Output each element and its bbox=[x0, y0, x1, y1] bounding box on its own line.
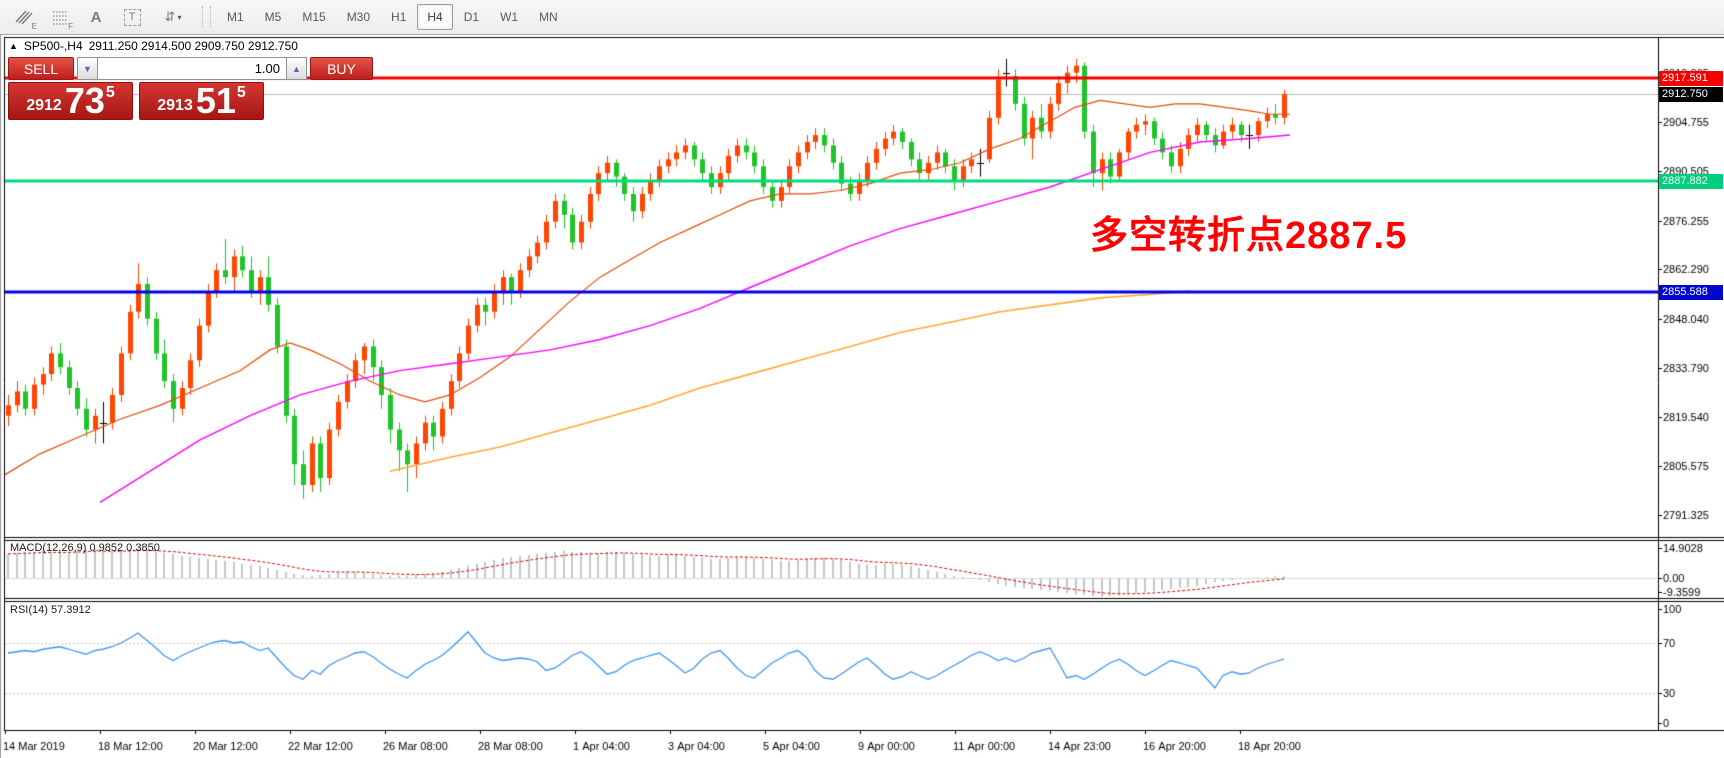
timeframe-h4-button[interactable]: H4 bbox=[417, 4, 452, 30]
sell-button[interactable]: SELL bbox=[8, 57, 74, 80]
sort-arrows-icon: ⇵ bbox=[165, 9, 176, 25]
chart-area: ▲ SP500-,H4 2911.250 2914.500 2909.750 2… bbox=[0, 35, 1724, 758]
rsi-indicator-label: RSI(14) 57.3912 bbox=[10, 604, 91, 616]
toolbar-separator bbox=[202, 6, 211, 28]
tool-sub-label: E bbox=[32, 22, 37, 31]
buy-price-prefix: 2913 bbox=[157, 98, 193, 114]
collapse-arrow-icon[interactable]: ▲ bbox=[9, 41, 18, 51]
symbol-timeframe-label: SP500-,H4 bbox=[24, 39, 83, 53]
one-click-trade-panel: SELL ▼ ▲ BUY 2912 73 5 2913 51 5 bbox=[8, 57, 264, 120]
timeframe-w1-button[interactable]: W1 bbox=[490, 4, 528, 30]
terminal-window: E F A T ⇵ ▾ M1 M5 M15 M30 H1 H4 D1 W1 MN bbox=[0, 0, 1724, 758]
volume-decrease-button[interactable]: ▼ bbox=[77, 57, 98, 80]
text-annotation: 多空转折点2887.5 bbox=[1090, 204, 1407, 259]
tool-sub-label: F bbox=[68, 22, 73, 31]
buy-button[interactable]: BUY bbox=[310, 57, 373, 80]
sell-price-sup: 5 bbox=[106, 85, 115, 101]
toolbar: E F A T ⇵ ▾ M1 M5 M15 M30 H1 H4 D1 W1 MN bbox=[0, 0, 1724, 35]
volume-input[interactable] bbox=[98, 57, 286, 80]
macd-indicator-label: MACD(12,26,9) 0.9852 0.3850 bbox=[10, 542, 160, 554]
text-label-tool-button[interactable]: A bbox=[80, 3, 112, 32]
chart-symbol-header[interactable]: ▲ SP500-,H4 2911.250 2914.500 2909.750 2… bbox=[9, 39, 298, 53]
timeframe-m5-button[interactable]: M5 bbox=[255, 4, 292, 30]
timeframe-m1-button[interactable]: M1 bbox=[217, 4, 254, 30]
timeframe-mn-button[interactable]: MN bbox=[529, 4, 568, 30]
arrange-objects-button[interactable]: ⇵ ▾ bbox=[152, 3, 194, 32]
text-box-tool-button[interactable]: T bbox=[116, 3, 148, 32]
timeframe-m30-button[interactable]: M30 bbox=[337, 4, 380, 30]
sell-price-prefix: 2912 bbox=[26, 98, 62, 114]
dotted-grid-icon bbox=[52, 10, 69, 25]
buy-price-tile[interactable]: 2913 51 5 bbox=[139, 82, 264, 120]
fibonacci-grid-tool-button[interactable]: F bbox=[44, 3, 76, 32]
sell-price-tile[interactable]: 2912 73 5 bbox=[8, 82, 133, 120]
volume-increase-button[interactable]: ▲ bbox=[286, 57, 307, 80]
expert-lines-tool-button[interactable]: E bbox=[8, 3, 40, 32]
chevron-down-icon: ▾ bbox=[177, 13, 181, 22]
chart-canvas[interactable] bbox=[0, 35, 1724, 758]
buy-price-sup: 5 bbox=[237, 85, 246, 101]
timeframe-d1-button[interactable]: D1 bbox=[454, 4, 489, 30]
price-label-badge: 2887.882 bbox=[1659, 174, 1723, 189]
spin-down-icon: ▼ bbox=[83, 64, 92, 74]
sell-price-big: 73 bbox=[65, 86, 105, 117]
timeframe-h1-button[interactable]: H1 bbox=[381, 4, 416, 30]
text-label-icon: A bbox=[91, 9, 102, 26]
diagonal-lines-icon bbox=[15, 9, 33, 25]
price-label-badge: 2912.750 bbox=[1659, 87, 1723, 102]
spin-up-icon: ▲ bbox=[292, 64, 301, 74]
text-box-icon: T bbox=[124, 9, 141, 26]
ohlc-values: 2911.250 2914.500 2909.750 2912.750 bbox=[89, 39, 298, 53]
timeframe-m15-button[interactable]: M15 bbox=[292, 4, 335, 30]
buy-price-big: 51 bbox=[196, 86, 236, 117]
price-label-badge: 2855.588 bbox=[1659, 285, 1723, 300]
price-label-badge: 2917.591 bbox=[1659, 71, 1723, 86]
